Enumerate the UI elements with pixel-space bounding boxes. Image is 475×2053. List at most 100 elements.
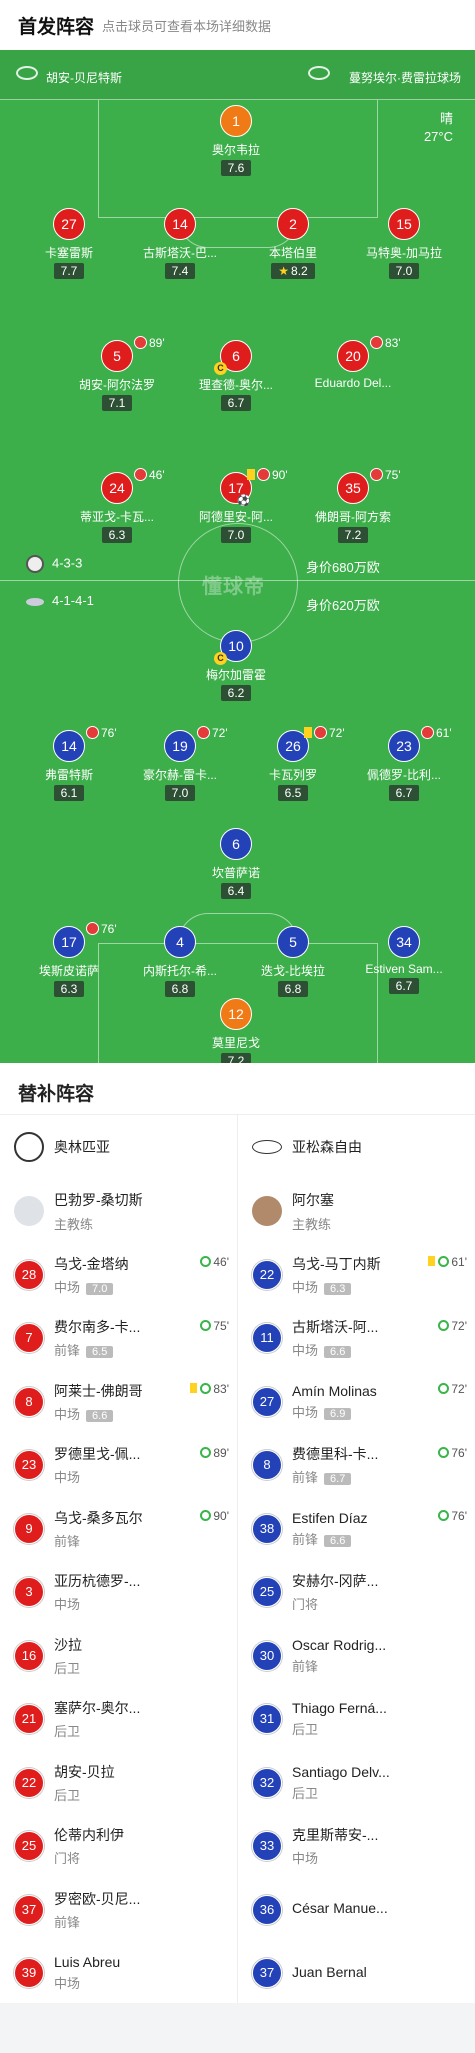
bench-home-team[interactable]: 奥林匹亚 xyxy=(0,1115,237,1179)
substitution-minute: 46' xyxy=(149,468,165,482)
pitch-player[interactable]: 4 内斯托尔-希... 6.8 xyxy=(125,926,235,998)
player-position: 前锋 6.5 xyxy=(54,1340,140,1359)
bench-player-row[interactable]: 37 Juan Bernal xyxy=(238,1942,475,2006)
pitch-player[interactable]: 6 坎普萨诺 6.4 xyxy=(181,828,291,900)
bench-player-row[interactable]: 8 阿莱士-佛朗哥 中场 6.6 83' xyxy=(0,1370,237,1434)
player-number: 5 xyxy=(101,340,133,372)
pitch-player[interactable]: 17 90' ⚽ 阿德里安-阿... 7.0 xyxy=(181,468,291,544)
coach-role: 主教练 xyxy=(292,1216,332,1232)
bench-player-row[interactable]: 11 古斯塔沃-阿... 中场 6.6 72' xyxy=(238,1307,475,1371)
bench-player-row[interactable]: 28 乌戈-金塔纳 中场 7.0 46' xyxy=(0,1243,237,1307)
pitch-player[interactable]: 10 C 梅尔加雷霍 6.2 xyxy=(181,630,291,702)
player-number: 32 xyxy=(252,1767,282,1798)
bench-player-row[interactable]: 3 亚历杭德罗-... 中场 xyxy=(0,1561,237,1625)
bench-player-row[interactable]: 30 Oscar Rodrig... 前锋 xyxy=(238,1624,475,1688)
bench-home-column: 奥林匹亚 巴勃罗-桑切斯 主教练 28 乌戈-金塔纳 中场 7.0 46' 7 费尔南多-卡… xyxy=(0,1115,237,2005)
player-number: 34 xyxy=(388,926,420,958)
player-number: 24 xyxy=(101,472,133,504)
player-number: 23 xyxy=(14,1450,44,1481)
substitution-minute: 76' xyxy=(451,1509,467,1523)
pitch-player[interactable]: 26 72' 卡瓦列罗 6.5 xyxy=(238,726,348,802)
away-value: 身价620万欧 xyxy=(306,598,380,613)
bench-player-row[interactable]: 23 罗德里戈-佩... 中场 89' xyxy=(0,1434,237,1498)
page-footer xyxy=(0,2003,475,2053)
substitution-minute: 75' xyxy=(385,468,401,482)
pitch-player[interactable]: 23 61' 佩德罗-比利... 6.7 xyxy=(349,726,459,802)
player-name: Luis Abreu xyxy=(54,1954,121,1971)
sub-in-icon xyxy=(438,1256,450,1267)
pitch-player[interactable]: 15 马特奥-加马拉 7.0 xyxy=(349,208,459,280)
pitch-player[interactable]: 14 76' 弗雷特斯 6.1 xyxy=(14,726,124,802)
page-subtitle: 点击球员可查看本场详细数据 xyxy=(102,18,272,34)
pitch-player[interactable]: 14 古斯塔沃-巴... 7.4 xyxy=(125,208,235,280)
pitch-player[interactable]: 20 83' Eduardo Del... xyxy=(298,336,408,390)
bench-player-row[interactable]: 37 罗密欧-贝尼... 前锋 xyxy=(0,1878,237,1942)
pitch-player[interactable]: 34 Estiven Sam... 6.7 xyxy=(349,926,459,995)
player-number: 9 xyxy=(14,1513,44,1544)
bench-player-row[interactable]: 32 Santiago Delv... 后卫 xyxy=(238,1751,475,1815)
player-name: Estiven Sam... xyxy=(365,962,443,976)
away-bench-list: 22 乌戈-马丁内斯 中场 6.3 61' 11 古斯塔沃-阿... 中场 6.6 72' 27 Am… xyxy=(238,1243,475,2005)
position-text: 前锋 xyxy=(292,1470,319,1486)
bench-player-row[interactable]: 16 沙拉 后卫 xyxy=(0,1624,237,1688)
away-formation-text: 4-1-4-1 xyxy=(52,593,94,608)
player-number: 37 xyxy=(252,1958,282,1989)
player-number: 38 xyxy=(252,1513,282,1544)
pitch-player[interactable]: 5 迭戈-比埃拉 6.8 xyxy=(238,926,348,998)
bench-home-coach[interactable]: 巴勃罗-桑切斯 主教练 xyxy=(0,1179,237,1243)
pitch-player[interactable]: 1 奥尔韦拉 7.6 xyxy=(181,105,291,177)
player-name: 蒂亚戈-卡瓦... xyxy=(80,510,154,524)
bench-player-row[interactable]: 38 Estifen Díaz 前锋 6.6 76' xyxy=(238,1497,475,1561)
substitution-badge: 61' xyxy=(421,726,452,740)
bench-player-row[interactable]: 36 César Manue... xyxy=(238,1878,475,1942)
pitch-player[interactable]: 5 89' 胡安-阿尔法罗 7.1 xyxy=(62,336,172,412)
substitution-minute: 90' xyxy=(272,468,288,482)
pitch-player[interactable]: 2 本塔伯里 8.2 xyxy=(238,208,348,280)
bench-player-row[interactable]: 39 Luis Abreu 中场 xyxy=(0,1942,237,2006)
home-value: 身价680万欧 xyxy=(306,560,380,575)
substitution-badge: 72' xyxy=(197,726,228,740)
bench-away-team[interactable]: 亚松森自由 xyxy=(238,1115,475,1179)
bench-player-row[interactable]: 25 伦蒂内利伊 门将 xyxy=(0,1815,237,1879)
bench-player-row[interactable]: 7 费尔南多-卡... 前锋 6.5 75' xyxy=(0,1307,237,1371)
pitch-player[interactable]: 27 卡塞雷斯 7.7 xyxy=(14,208,124,280)
pitch-player[interactable]: 35 75' 佛朗哥-阿方索 7.2 xyxy=(298,468,408,544)
bench-player-row[interactable]: 22 乌戈-马丁内斯 中场 6.3 61' xyxy=(238,1243,475,1307)
player-rating: 6.5 xyxy=(277,785,309,801)
pitch-player[interactable]: 12 莫里尼戈 7.2 xyxy=(181,998,291,1063)
substitution-minute: 89' xyxy=(149,336,165,350)
bench-away-coach[interactable]: 阿尔塞 主教练 xyxy=(238,1179,475,1243)
pitch-player[interactable]: 19 72' 豪尔赫-雷卡... 7.0 xyxy=(125,726,235,802)
pitch-player[interactable]: 17 76' 埃斯皮诺萨 6.3 xyxy=(14,922,124,998)
pitch-player[interactable]: 24 46' 蒂亚戈-卡瓦... 6.3 xyxy=(62,468,172,544)
stadium-label: 蔓努埃尔·费雷拉球场 xyxy=(349,71,461,85)
player-rating: 7.7 xyxy=(53,263,85,279)
position-text: 前锋 xyxy=(54,1343,81,1359)
olimpia-logo-icon xyxy=(14,1132,44,1162)
bench-player-row[interactable]: 33 克里斯蒂安-... 中场 xyxy=(238,1815,475,1879)
player-name: 安赫尔-冈萨... xyxy=(292,1573,379,1590)
position-text: 中场 xyxy=(54,1470,81,1486)
player-rating: 6.6 xyxy=(324,1346,352,1359)
player-rating: 8.2 xyxy=(271,263,315,279)
bench-player-row[interactable]: 25 安赫尔-冈萨... 门将 xyxy=(238,1561,475,1625)
position-text: 后卫 xyxy=(292,1722,319,1738)
player-rating: 6.5 xyxy=(86,1346,114,1359)
player-name: 塞萨尔-奥尔... xyxy=(54,1700,141,1717)
player-position: 后卫 xyxy=(54,1785,115,1804)
yellow-card-icon xyxy=(304,727,312,738)
player-rating: 7.0 xyxy=(388,263,420,279)
player-rating: 6.8 xyxy=(164,981,196,997)
pitch-player[interactable]: 6 C 理查德-奥尔... 6.7 xyxy=(181,340,291,412)
player-position: 中场 xyxy=(54,1973,120,1992)
player-position: 中场 6.6 xyxy=(292,1340,378,1359)
bench-player-row[interactable]: 31 Thiago Ferná... 后卫 xyxy=(238,1688,475,1752)
player-rating: 7.2 xyxy=(220,1053,252,1063)
bench-player-row[interactable]: 21 塞萨尔-奥尔... 后卫 xyxy=(0,1688,237,1752)
bench-player-row[interactable]: 9 乌戈-桑多瓦尔 前锋 90' xyxy=(0,1497,237,1561)
bench-player-row[interactable]: 22 胡安-贝拉 后卫 xyxy=(0,1751,237,1815)
substitution-minute: 61' xyxy=(451,1255,467,1269)
bench-player-row[interactable]: 8 费德里科-卡... 前锋 6.7 76' xyxy=(238,1434,475,1498)
bench-player-row[interactable]: 27 Amín Molinas 中场 6.9 72' xyxy=(238,1370,475,1434)
position-text: 中场 xyxy=(54,1597,81,1613)
